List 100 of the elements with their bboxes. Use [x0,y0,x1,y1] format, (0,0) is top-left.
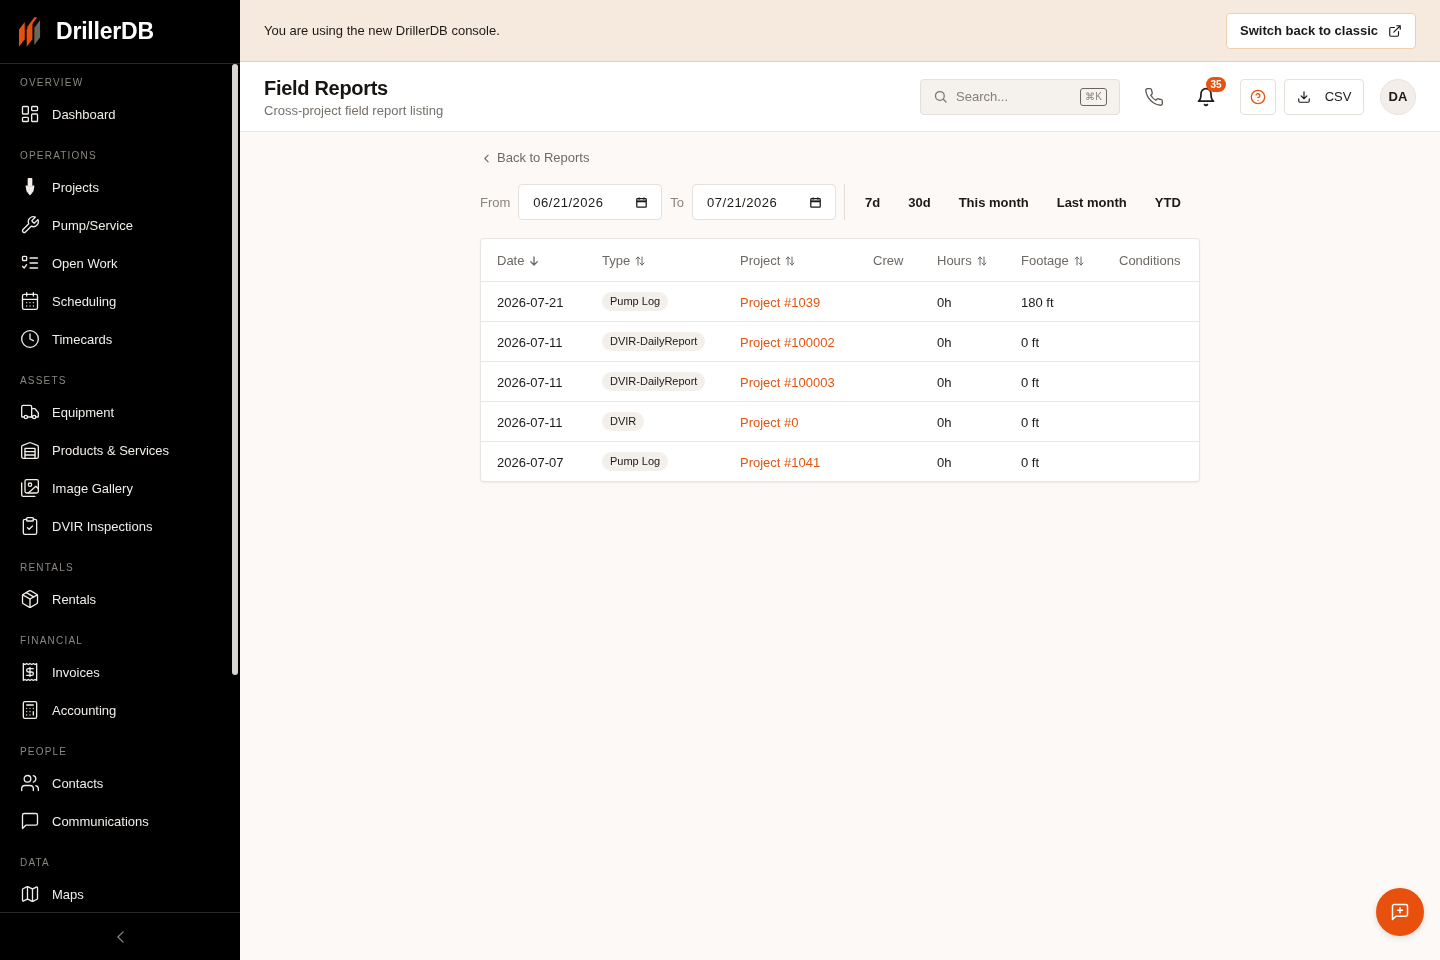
sort-descending-icon [529,255,540,266]
date-preset-button[interactable]: YTD [1142,184,1193,220]
table-cell: 0 ft [1021,374,1040,390]
scrollbar[interactable] [232,64,238,675]
table-cell: 0h [937,454,952,470]
sort-arrows-icon [1073,255,1084,266]
sidebar-item[interactable]: Image Gallery [0,469,240,507]
type-tag: DVIR-DailyReport [602,372,706,391]
calendar-icon [20,291,40,311]
section-label: OPERATIONS [19,150,98,162]
date-field[interactable]: 07/21/2026 [692,184,837,220]
calendar-icon [636,196,648,208]
logo-icon [19,16,42,47]
help-icon [1250,88,1266,105]
sort-arrows-icon [785,255,796,266]
back-link[interactable]: Back to Reports [480,150,590,166]
table-cell: 180 ft [1021,294,1054,310]
external-link-icon [1388,23,1402,38]
sidebar-item[interactable]: Timecards [0,320,240,358]
chat-bubble-icon [20,811,40,831]
table-cell: 0h [937,414,952,430]
notification-badge: 35 [1206,76,1226,92]
bell-icon [1196,86,1216,107]
clipboard-check-icon [20,516,40,536]
table-cell: 0 ft [1021,454,1040,470]
column-header: Crew [873,253,904,268]
column-header: Conditions [1119,253,1181,268]
column-header[interactable]: Footage [1021,253,1084,268]
sidebar-item[interactable]: Products & Services [0,431,240,469]
column-header[interactable]: Hours [937,253,987,268]
sidebar-item[interactable]: Communications [0,802,240,840]
receipt-icon [20,662,40,682]
date-preset-button[interactable]: Last month [1044,184,1139,220]
images-icon [20,478,40,498]
chevron-left-icon [116,930,124,943]
filter-label: From [480,194,511,210]
calendar-icon [810,196,822,208]
table-cell: 0h [937,294,952,310]
sidebar-item[interactable]: Pump/Service [0,206,240,244]
sort-arrows-icon [635,255,646,266]
users-icon [20,773,40,793]
project-link[interactable]: Project #100003 [740,374,835,390]
new-message-button[interactable] [1376,888,1424,936]
table-cell: 2026-07-11 [497,334,563,350]
sidebar-item[interactable]: Invoices [0,653,240,691]
date-preset-button[interactable]: This month [946,184,1041,220]
filter-label: To [670,194,685,210]
type-tag: Pump Log [602,452,669,471]
csv-export-button[interactable]: CSV [1284,78,1364,115]
table-cell: 2026-07-11 [497,374,563,390]
switch-classic-button[interactable]: Switch back to classic [1226,12,1416,49]
avatar[interactable]: DA [1380,78,1416,115]
column-header[interactable]: Project [740,253,796,268]
sidebar-item[interactable]: Dashboard [0,95,240,133]
type-tag: Pump Log [602,292,669,311]
calculator-icon [20,700,40,720]
table-cell: 0h [937,374,952,390]
sidebar-item[interactable]: Projects [0,168,240,206]
date-preset-button[interactable]: 30d [896,184,943,220]
search-icon [933,89,948,104]
column-header[interactable]: Type [602,253,646,268]
project-link[interactable]: Project #0 [740,414,799,430]
date-field[interactable]: 06/21/2026 [518,184,663,220]
grid-icon [20,104,40,124]
project-link[interactable]: Project #100002 [740,334,835,350]
section-label: PEOPLE [19,746,69,758]
date-preset-button[interactable]: 7d [853,184,893,220]
package-icon [20,589,40,609]
table-cell: 2026-07-07 [497,454,564,470]
project-link[interactable]: Project #1039 [740,294,821,310]
brand-name: DrillerDB [56,18,154,45]
sidebar-item[interactable]: Scheduling [0,282,240,320]
table-cell: 0h [937,334,952,350]
table-cell: 2026-07-21 [497,294,564,310]
section-label: FINANCIAL [19,635,85,647]
column-header[interactable]: Date [497,253,540,268]
section-label: RENTALS [19,562,75,574]
map-icon [20,884,40,904]
collapse-sidebar-button[interactable] [116,930,124,943]
page-title: Field Reports [264,75,389,100]
notifications-button[interactable]: 35 [1188,78,1224,115]
sidebar-item[interactable]: Equipment [0,393,240,431]
page-subtitle: Cross-project field report listing [264,102,444,118]
sidebar-item[interactable]: Rentals [0,580,240,618]
chevron-left-icon [484,153,489,163]
sidebar-item[interactable]: Accounting [0,691,240,729]
wrench-icon [20,215,40,235]
help-button[interactable] [1240,78,1276,115]
project-link[interactable]: Project #1041 [740,454,821,470]
sort-arrows-icon [976,255,987,266]
section-label: OVERVIEW [19,77,85,89]
table-cell: 2026-07-11 [497,414,563,430]
download-icon [1296,89,1311,104]
sidebar-item[interactable]: Open Work [0,244,240,282]
sidebar-item[interactable]: DVIR Inspections [0,507,240,545]
section-label: DATA [19,857,51,869]
clock-icon [20,329,40,349]
search-input[interactable]: Search... [956,86,1073,107]
sidebar-item[interactable]: Contacts [0,764,240,802]
sidebar-item[interactable]: Maps [0,875,240,912]
